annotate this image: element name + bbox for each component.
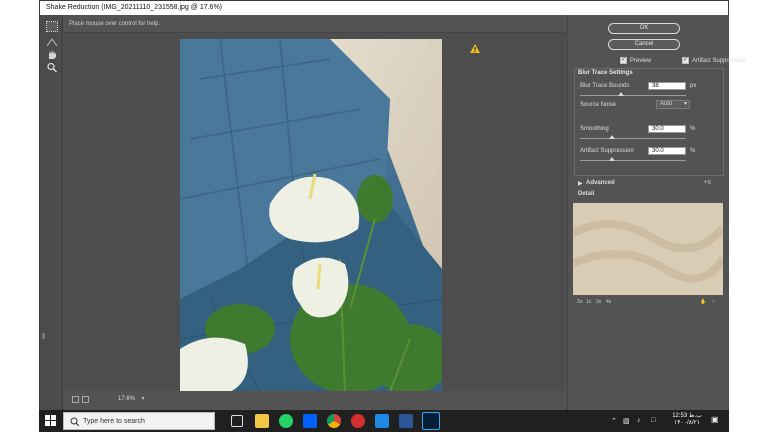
advanced-toggle[interactable]: Advanced [586,180,615,186]
preview-label: Preview [630,58,652,64]
smoothing-thumb[interactable] [609,135,615,139]
taskbar: Type here to search ⌃ ▧ ♪ □ 12:53 ب.ظ ۱۴… [39,410,729,432]
warning-icon[interactable] [470,44,480,53]
artifact-suppression-thumb[interactable] [609,157,615,161]
circle-icon[interactable]: ○ [712,299,715,305]
tool-strip [40,15,63,411]
zoom-2x-button[interactable]: 2x [596,299,601,305]
source-noise-value: Auto [660,101,673,107]
zoom-bar: 17.6% ▾ [64,391,566,411]
blur-trace-bounds-unit: px [690,83,697,89]
notifications-icon[interactable]: ▣ [711,415,719,424]
chevron-down-icon: ▾ [683,101,687,107]
zoom-half-button[interactable]: .5x [576,299,583,305]
artifact-suppression-label: Artifact Suppression [580,148,634,154]
smoothing-unit: % [690,126,696,132]
detail-loupe[interactable] [573,203,723,295]
artifact-suppression-field[interactable]: 30.0 [648,147,686,155]
magnifier-icon[interactable] [46,62,58,73]
settings-panel: OK Cancel ✓ Preview ✓ Artifact Suppressi… [567,15,746,411]
file-explorer-icon[interactable] [255,414,269,428]
hand-icon[interactable] [46,49,58,60]
artifact-suppression-checkbox[interactable]: ✓ [682,57,689,64]
zoom-1x-button[interactable]: 1x [586,299,591,305]
image-canvas[interactable] [64,33,566,392]
ok-button[interactable]: OK [608,23,680,34]
volume-icon[interactable]: ♪ [637,417,641,424]
windows-start-icon[interactable] [45,415,56,426]
cancel-button[interactable]: Cancel [608,39,680,50]
search-icon [70,417,79,426]
search-placeholder: Type here to search [83,418,145,425]
pinterest-icon[interactable] [351,414,365,428]
language-icon[interactable]: □ [651,417,655,424]
blur-trace-bounds-thumb[interactable] [618,92,624,96]
system-clock[interactable]: 12:53 ب.ظ ۱۴۰۰/۸/۲۱ [667,413,707,427]
zoom-4x-button[interactable]: 4x [606,299,611,305]
window-title: Shake Reduction (IMG_20211110_231558.jpg… [40,1,728,15]
chrome-icon[interactable] [327,414,341,428]
artifact-suppression-check-label: Artifact Suppression [692,58,746,64]
taskbar-search[interactable]: Type here to search [63,412,215,430]
edge-icon[interactable] [375,414,389,428]
add-trace-icon[interactable]: +≡ [704,180,711,186]
smoothing-label: Smoothing [580,126,609,132]
collapse-handle[interactable] [42,333,45,339]
smoothing-slider[interactable] [580,138,686,139]
photoshop-icon[interactable] [422,412,440,430]
blur-trace-bounds-slider[interactable] [580,95,686,96]
whatsapp-icon[interactable] [279,414,293,428]
chevron-right-icon[interactable]: ▶ [578,180,583,187]
fit-view-icon[interactable] [72,396,79,403]
help-text: Place mouse over control for help. [64,15,566,33]
source-noise-label: Source Noise [580,102,617,108]
chevron-down-icon[interactable]: ▾ [139,395,147,403]
network-icon[interactable]: ▧ [623,417,630,425]
detail-heading: Detail [578,191,595,197]
blur-trace-bounds-label: Blur Trace Bounds [580,83,630,89]
hand-icon[interactable]: ✋ [700,299,706,305]
source-noise-select[interactable]: Auto ▾ [656,100,690,109]
blur-trace-settings-heading: Blur Trace Settings [578,70,633,76]
word-icon[interactable] [399,414,413,428]
task-view-icon[interactable] [231,415,243,427]
photo-preview[interactable] [180,39,442,392]
artifact-suppression-unit: % [690,148,696,154]
clock-date: ۱۴۰۰/۸/۲۱ [674,420,700,426]
actual-size-icon[interactable] [82,396,89,403]
blur-trace-bounds-field[interactable]: 38 [648,82,686,90]
clock-time: 12:53 [672,413,688,419]
artifact-suppression-slider[interactable] [580,160,686,161]
blur-direction-icon[interactable] [46,37,58,48]
clock-suffix: ب.ظ [688,413,702,419]
smoothing-field[interactable]: 30.0 [648,125,686,133]
preview-checkbox[interactable]: ✓ [620,57,627,64]
chevron-up-icon[interactable]: ⌃ [611,417,617,425]
dotted-rect-icon[interactable] [46,21,58,32]
shake-reduction-dialog: Shake Reduction (IMG_20211110_231558.jpg… [39,0,746,411]
desktop: Shake Reduction (IMG_20211110_231558.jpg… [0,0,768,432]
zoom-level: 17.6% [118,396,136,402]
dropbox-icon[interactable] [303,414,317,428]
